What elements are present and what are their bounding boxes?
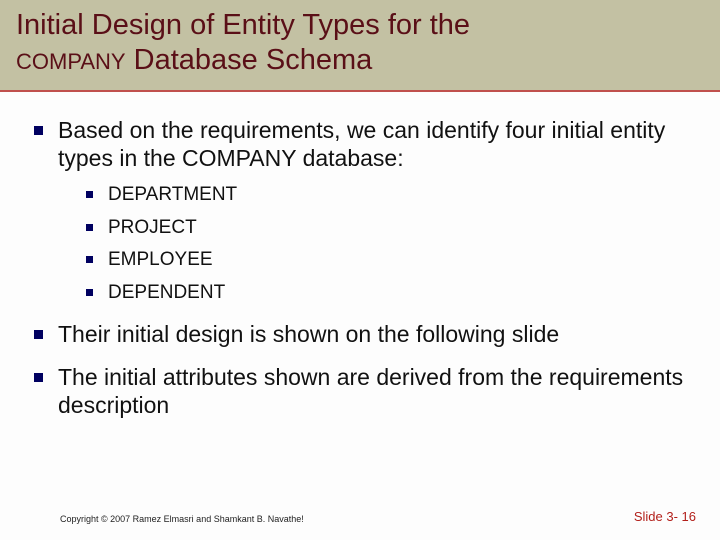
bullet-item: Based on the requirements, we can identi… [24,116,696,306]
slide-number: Slide 3- 16 [634,509,696,524]
title-band: Initial Design of Entity Types for the C… [0,0,720,92]
sub-bullet-item: DEPARTMENT [78,183,696,208]
sub-bullet-item: EMPLOYEE [78,248,696,273]
sub-bullet-item: PROJECT [78,216,696,241]
bullet-item: Their initial design is shown on the fol… [24,320,696,349]
content-area: Based on the requirements, we can identi… [0,92,720,421]
sub-bullet-text: DEPENDENT [108,282,225,303]
sub-bullet-text: DEPARTMENT [108,184,237,205]
sub-bullet-item: DEPENDENT [78,281,696,306]
bullet-text: Their initial design is shown on the fol… [58,321,559,347]
title-line2-rest: Database Schema [126,44,373,76]
bullet-text: Based on the requirements, we can identi… [58,117,665,172]
slide-title: Initial Design of Entity Types for the C… [16,8,704,78]
bullet-text: The initial attributes shown are derived… [58,364,683,419]
sub-bullet-list: DEPARTMENT PROJECT EMPLOYEE DEPENDENT [78,183,696,306]
title-line1: Initial Design of Entity Types for the [16,9,470,41]
sub-bullet-text: EMPLOYEE [108,249,213,270]
title-smallcap: COMPANY [16,49,126,74]
bullet-list: Based on the requirements, we can identi… [24,116,696,421]
footer: Copyright © 2007 Ramez Elmasri and Shamk… [0,509,720,524]
bullet-item: The initial attributes shown are derived… [24,363,696,421]
sub-bullet-text: PROJECT [108,217,197,238]
copyright-text: Copyright © 2007 Ramez Elmasri and Shamk… [60,514,304,524]
